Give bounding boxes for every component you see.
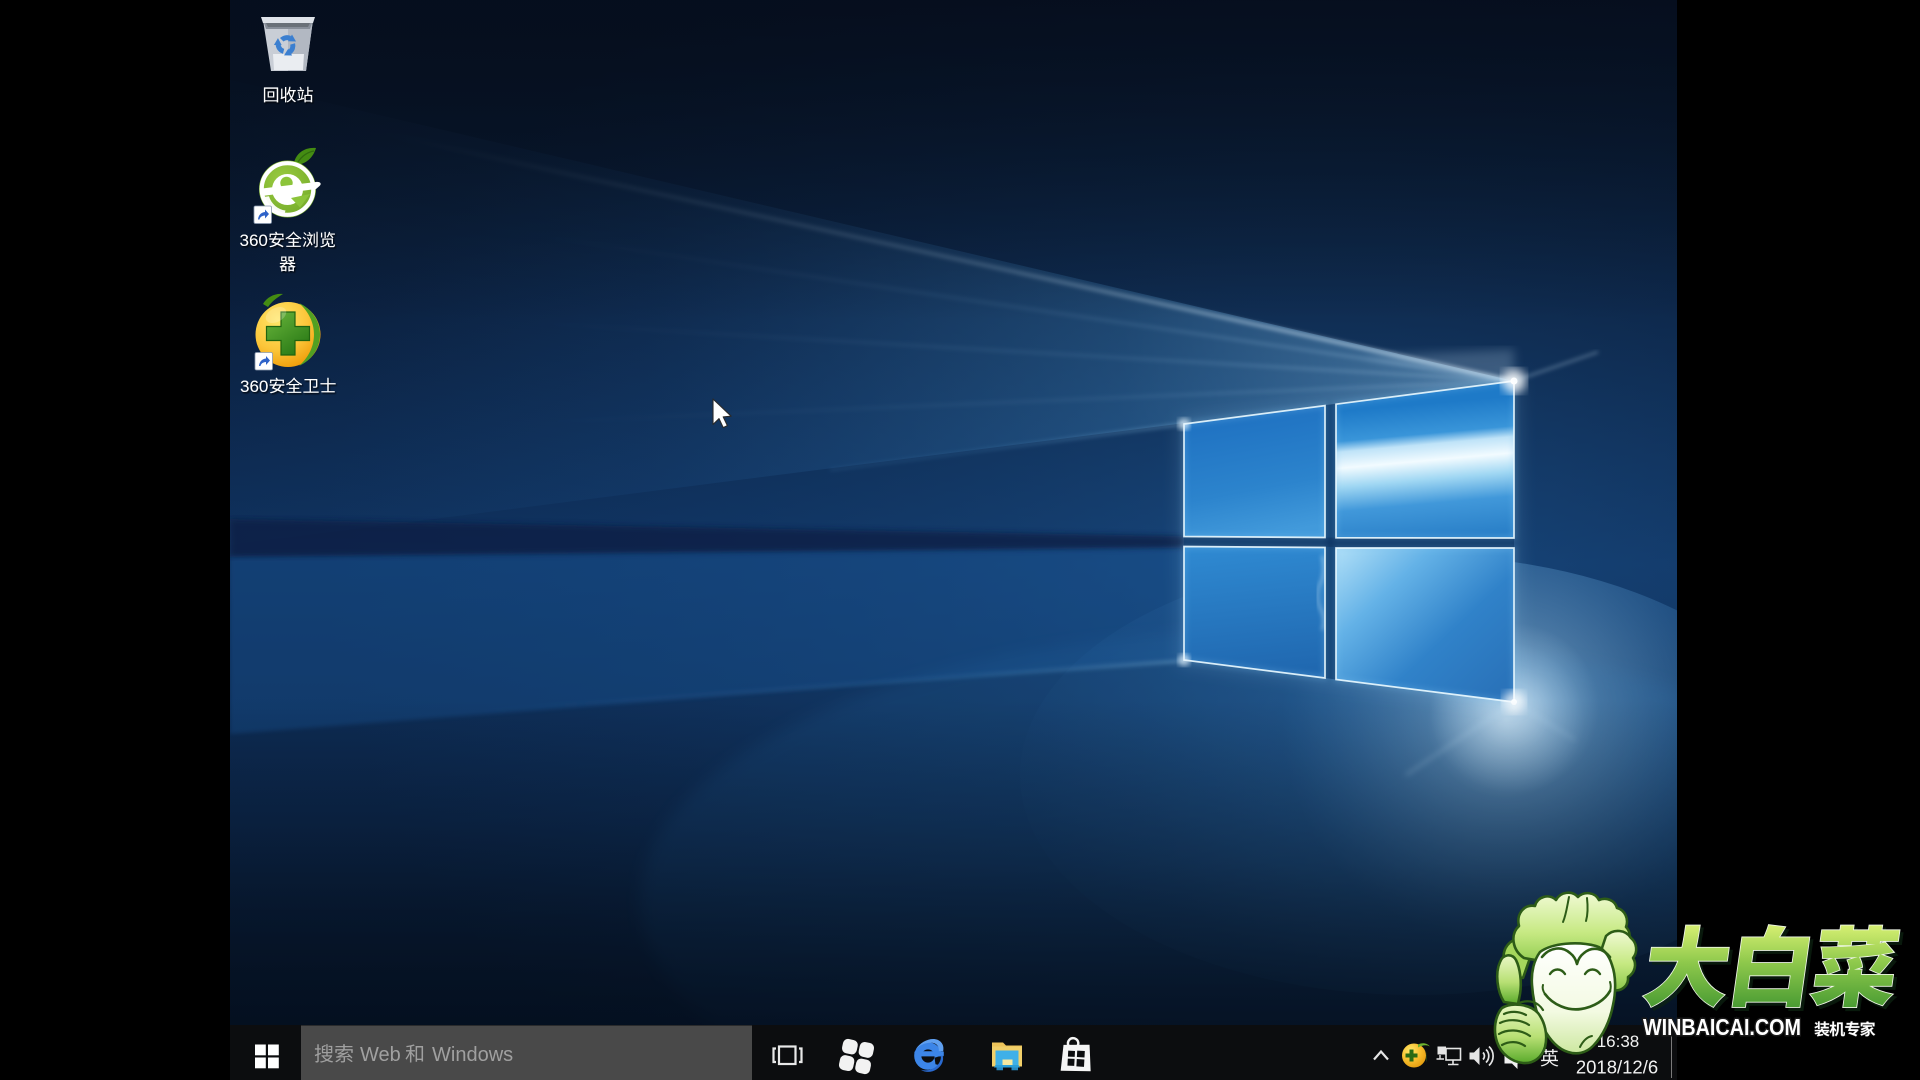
svg-text:WINBAICAI.COM: WINBAICAI.COM <box>1643 1014 1801 1040</box>
svg-text:360: 360 <box>240 377 268 396</box>
svg-text:2018/12/6: 2018/12/6 <box>1576 1057 1658 1078</box>
svg-text:Web: Web <box>360 1044 401 1066</box>
svg-text:360: 360 <box>240 231 268 250</box>
svg-text:Windows: Windows <box>432 1044 513 1066</box>
